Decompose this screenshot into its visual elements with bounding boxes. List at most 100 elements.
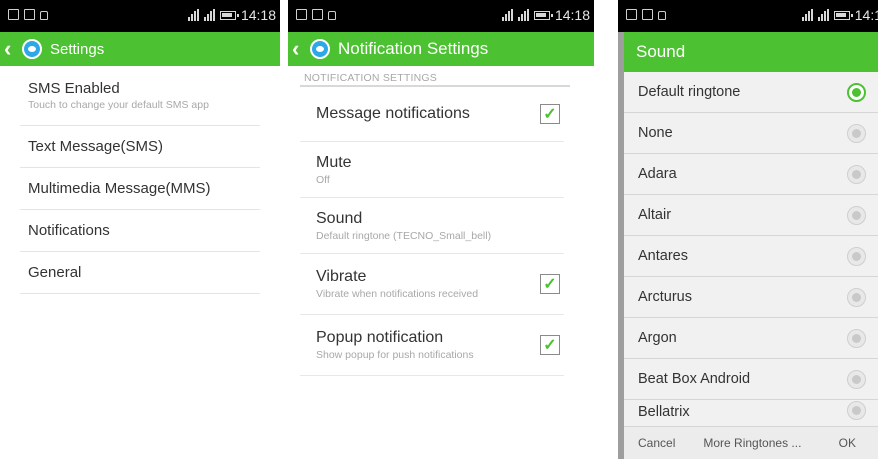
settings-screen: 14:18 ‹ Settings SMS Enabled Touch to ch… bbox=[0, 0, 280, 459]
item-subtitle: Vibrate when notifications received bbox=[316, 288, 479, 300]
ringtone-option[interactable]: Antares bbox=[624, 236, 878, 277]
item-subtitle: Touch to change your default SMS app bbox=[28, 99, 209, 111]
notification-settings-screen: 14:18 ‹ Notification Settings NOTIFICATI… bbox=[288, 0, 594, 459]
dialog-title: Sound bbox=[624, 32, 878, 72]
signal-icon-2 bbox=[203, 9, 215, 21]
signal-icon bbox=[187, 9, 199, 21]
cancel-button[interactable]: Cancel bbox=[630, 436, 683, 450]
lock-icon bbox=[658, 11, 666, 20]
ringtone-option[interactable]: Altair bbox=[624, 195, 878, 236]
radio-icon[interactable] bbox=[847, 123, 866, 143]
radio-dot-icon bbox=[852, 87, 861, 97]
ringtone-option-label: Beat Box Android bbox=[638, 371, 751, 387]
ringtone-list: Default ringtone None Adara Altair Antares Ar… bbox=[624, 72, 878, 420]
ringtone-option-label: Altair bbox=[638, 207, 672, 223]
ringtone-option[interactable]: Adara bbox=[624, 154, 878, 195]
settings-item-sms-enabled[interactable]: SMS Enabled Touch to change your default… bbox=[20, 66, 260, 126]
ringtone-option[interactable]: Beat Box Android bbox=[624, 359, 878, 400]
checkbox-checked-icon[interactable]: ✓ bbox=[540, 104, 560, 124]
settings-item-general[interactable]: General bbox=[20, 252, 260, 294]
signal-icon-2 bbox=[817, 9, 829, 21]
item-title: Vibrate bbox=[316, 268, 367, 285]
item-subtitle: Off bbox=[316, 173, 330, 186]
ringtone-option-label: Bellatrix bbox=[638, 404, 690, 420]
item-title: Mute bbox=[316, 153, 352, 171]
radio-icon[interactable] bbox=[847, 287, 866, 307]
radio-icon[interactable] bbox=[847, 401, 866, 420]
section-header: NOTIFICATION SETTINGS bbox=[300, 72, 570, 87]
radio-dot-icon bbox=[852, 374, 861, 384]
signal-icon-2 bbox=[517, 9, 529, 21]
radio-icon[interactable] bbox=[847, 246, 866, 266]
item-title: Multimedia Message(MMS) bbox=[28, 180, 211, 197]
message-notifications-row[interactable]: Message notifications ✓ bbox=[300, 87, 564, 142]
item-title: Text Message(SMS) bbox=[28, 138, 164, 155]
radio-dot-icon bbox=[852, 210, 861, 220]
dialog-button-bar: Cancel More Ringtones ... OK bbox=[624, 426, 878, 459]
action-bar: ‹ Notification Settings bbox=[288, 32, 594, 66]
status-bar: 14:1 bbox=[618, 0, 878, 32]
radio-icon[interactable] bbox=[847, 205, 866, 225]
checkbox-checked-icon[interactable]: ✓ bbox=[540, 274, 560, 294]
item-title: Message notifications bbox=[316, 105, 470, 122]
popup-notification-row[interactable]: Popup notification Show popup for push n… bbox=[300, 315, 564, 376]
item-title: Popup notification bbox=[316, 329, 444, 346]
ringtone-option-label: Adara bbox=[638, 166, 677, 182]
settings-item-multimedia-message[interactable]: Multimedia Message(MMS) bbox=[20, 168, 260, 210]
battery-icon bbox=[833, 10, 853, 20]
sound-dialog: Sound Default ringtone None Adara Altair Ant… bbox=[624, 32, 878, 459]
ringtone-option[interactable]: Arcturus bbox=[624, 277, 878, 318]
signal-icon bbox=[801, 9, 813, 21]
settings-item-notifications[interactable]: Notifications bbox=[20, 210, 260, 252]
ringtone-option[interactable]: Default ringtone bbox=[624, 72, 878, 113]
vibrate-row[interactable]: Vibrate Vibrate when notifications recei… bbox=[300, 254, 564, 315]
action-bar: ‹ Settings bbox=[0, 32, 280, 66]
checkbox-checked-icon[interactable]: ✓ bbox=[540, 335, 560, 355]
ringtone-option[interactable]: Argon bbox=[624, 318, 878, 359]
status-time: 14:18 bbox=[554, 7, 590, 23]
more-ringtones-button[interactable]: More Ringtones ... bbox=[695, 436, 809, 450]
battery-icon bbox=[219, 10, 239, 20]
radio-dot-icon bbox=[852, 251, 861, 261]
back-arrow-icon[interactable]: ‹ bbox=[292, 32, 310, 66]
sound-row[interactable]: Sound Default ringtone (TECNO_Small_bell… bbox=[300, 198, 564, 254]
notification-icon bbox=[8, 9, 19, 20]
messaging-app-icon[interactable] bbox=[310, 39, 330, 59]
image-notification-icon bbox=[642, 9, 653, 20]
radio-icon[interactable] bbox=[847, 369, 866, 389]
notification-icon bbox=[626, 9, 637, 20]
page-title: Settings bbox=[50, 40, 105, 58]
status-bar: 14:18 bbox=[288, 0, 594, 32]
battery-icon bbox=[533, 10, 553, 20]
back-arrow-icon[interactable]: ‹ bbox=[4, 32, 22, 66]
ringtone-option-label: Default ringtone bbox=[638, 84, 741, 100]
status-notification-icons bbox=[8, 9, 48, 20]
status-notification-icons bbox=[626, 9, 666, 20]
radio-icon[interactable] bbox=[847, 164, 866, 184]
messaging-app-icon[interactable] bbox=[22, 39, 42, 59]
radio-dot-icon bbox=[852, 169, 861, 179]
item-subtitle: Show popup for push notifications bbox=[316, 349, 474, 361]
settings-item-text-message[interactable]: Text Message(SMS) bbox=[20, 126, 260, 168]
ringtone-option[interactable]: None bbox=[624, 113, 878, 154]
status-time: 14:1 bbox=[854, 7, 878, 23]
image-notification-icon bbox=[24, 9, 35, 20]
radio-dot-icon bbox=[852, 292, 861, 302]
status-bar: 14:18 bbox=[0, 0, 280, 32]
ringtone-option[interactable]: Bellatrix bbox=[624, 400, 878, 420]
item-title: SMS Enabled bbox=[28, 80, 120, 97]
radio-dot-icon bbox=[852, 406, 861, 415]
sound-picker-screen: 14:1 Sound Default ringtone None Adara Alta… bbox=[618, 0, 878, 459]
ringtone-option-label: None bbox=[638, 125, 673, 141]
radio-icon[interactable] bbox=[847, 82, 866, 102]
item-subtitle: Default ringtone (TECNO_Small_bell) bbox=[316, 229, 492, 242]
radio-dot-icon bbox=[852, 128, 861, 138]
image-notification-icon bbox=[312, 9, 323, 20]
ringtone-option-label: Argon bbox=[638, 330, 677, 346]
mute-row[interactable]: Mute Off bbox=[300, 142, 564, 198]
ringtone-option-label: Arcturus bbox=[638, 289, 692, 305]
ok-button[interactable]: OK bbox=[831, 436, 864, 450]
item-title: Notifications bbox=[28, 222, 110, 239]
radio-dot-icon bbox=[852, 333, 861, 343]
radio-icon[interactable] bbox=[847, 328, 866, 348]
